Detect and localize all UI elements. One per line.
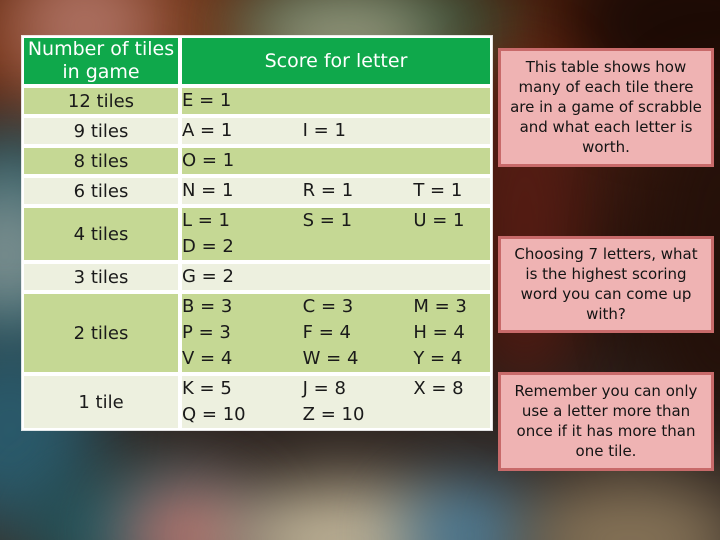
score-grid: K = 5 J = 8 X = 8 Q = 10 Z = 10 <box>182 376 490 428</box>
table-row: 6 tiles N = 1 R = 1 T = 1 <box>22 176 492 206</box>
score-entry: I = 1 <box>302 120 346 141</box>
cell-tile-count: 12 tiles <box>22 86 180 116</box>
table-row: 12 tiles E = 1 <box>22 86 492 116</box>
score-entry: F = 4 <box>302 322 351 343</box>
score-entry: K = 5 <box>182 378 232 399</box>
score-entry <box>387 402 490 428</box>
score-entry <box>285 148 388 174</box>
score-grid: A = 1 I = 1 <box>182 118 490 144</box>
score-entry <box>387 234 490 260</box>
cell-letter-scores: G = 2 <box>180 262 492 292</box>
table-row: 4 tiles L = 1 S = 1 U = 1 D = 2 <box>22 206 492 262</box>
table-row: 8 tiles O = 1 <box>22 146 492 176</box>
table-body: 12 tiles E = 19 tiles A = 1 I = 1 8 tiles O =… <box>22 86 492 430</box>
score-entry: T = 1 <box>413 180 463 201</box>
score-line: B = 3 C = 3 M = 3 <box>182 294 490 320</box>
score-line: O = 1 <box>182 148 490 174</box>
note-challenge-question: Choosing 7 letters, what is the highest … <box>498 236 714 333</box>
score-entry: X = 8 <box>413 378 464 399</box>
score-entry: Z = 10 <box>302 404 365 425</box>
score-entry: O = 1 <box>182 150 235 171</box>
cell-tile-count: 3 tiles <box>22 262 180 292</box>
score-grid: E = 1 <box>182 88 490 114</box>
score-line: Q = 10 Z = 10 <box>182 402 490 428</box>
cell-tile-count: 1 tile <box>22 374 180 430</box>
cell-tile-count: 9 tiles <box>22 116 180 146</box>
score-entry: G = 2 <box>182 266 234 287</box>
score-grid: L = 1 S = 1 U = 1 D = 2 <box>182 208 490 260</box>
table-row: 3 tiles G = 2 <box>22 262 492 292</box>
score-line: L = 1 S = 1 U = 1 <box>182 208 490 234</box>
score-entry: L = 1 <box>182 210 231 231</box>
table-header-row: Number of tiles in game Score for letter <box>22 36 492 86</box>
score-entry: S = 1 <box>302 210 353 231</box>
cell-tile-count: 6 tiles <box>22 176 180 206</box>
score-line: N = 1 R = 1 T = 1 <box>182 178 490 204</box>
score-grid: G = 2 <box>182 264 490 290</box>
score-entry: H = 4 <box>413 322 465 343</box>
score-entry: E = 1 <box>182 90 232 111</box>
score-line: G = 2 <box>182 264 490 290</box>
score-entry: B = 3 <box>182 296 233 317</box>
score-entry: R = 1 <box>302 180 354 201</box>
cell-tile-count: 4 tiles <box>22 206 180 262</box>
score-entry <box>387 264 490 290</box>
column-header-letter-score: Score for letter <box>180 36 492 86</box>
score-entry <box>387 88 490 114</box>
cell-letter-scores: O = 1 <box>180 146 492 176</box>
table-row: 9 tiles A = 1 I = 1 <box>22 116 492 146</box>
cell-letter-scores: N = 1 R = 1 T = 1 <box>180 176 492 206</box>
score-line: A = 1 I = 1 <box>182 118 490 144</box>
table-header: Number of tiles in game Score for letter <box>22 36 492 86</box>
cell-letter-scores: A = 1 I = 1 <box>180 116 492 146</box>
score-entry: V = 4 <box>182 348 233 369</box>
table-row: 2 tiles B = 3 C = 3 M = 3 P = 3 F = 4 H = 4 V =… <box>22 292 492 374</box>
score-entry: A = 1 <box>182 120 233 141</box>
score-entry: J = 8 <box>302 378 346 399</box>
cell-letter-scores: K = 5 J = 8 X = 8 Q = 10 Z = 10 <box>180 374 492 430</box>
score-entry <box>285 264 388 290</box>
score-entry: D = 2 <box>182 236 234 257</box>
score-entry: W = 4 <box>302 348 359 369</box>
score-grid: N = 1 R = 1 T = 1 <box>182 178 490 204</box>
score-line: E = 1 <box>182 88 490 114</box>
score-entry: M = 3 <box>413 296 467 317</box>
score-entry <box>387 118 490 144</box>
note-table-explanation: This table shows how many of each tile t… <box>498 48 714 167</box>
cell-letter-scores: L = 1 S = 1 U = 1 D = 2 <box>180 206 492 262</box>
table-row: 1 tile K = 5 J = 8 X = 8 Q = 10 Z = 10 <box>22 374 492 430</box>
score-entry: U = 1 <box>413 210 465 231</box>
scrabble-tile-table: Number of tiles in game Score for letter… <box>22 36 492 430</box>
score-entry: C = 3 <box>302 296 354 317</box>
cell-tile-count: 2 tiles <box>22 292 180 374</box>
score-entry <box>387 148 490 174</box>
score-entry: Y = 4 <box>413 348 463 369</box>
score-line: V = 4 W = 4 Y = 4 <box>182 346 490 372</box>
score-line: K = 5 J = 8 X = 8 <box>182 376 490 402</box>
score-entry <box>285 88 388 114</box>
score-line: P = 3 F = 4 H = 4 <box>182 320 490 346</box>
score-entry: P = 3 <box>182 322 231 343</box>
column-header-tile-count: Number of tiles in game <box>22 36 180 86</box>
cell-letter-scores: E = 1 <box>180 86 492 116</box>
note-rule-reminder: Remember you can only use a letter more … <box>498 372 714 471</box>
score-entry: Q = 10 <box>182 404 246 425</box>
score-entry: N = 1 <box>182 180 234 201</box>
cell-tile-count: 8 tiles <box>22 146 180 176</box>
score-grid: B = 3 C = 3 M = 3 P = 3 F = 4 H = 4 V = 4 W = 4… <box>182 294 490 372</box>
score-grid: O = 1 <box>182 148 490 174</box>
score-entry <box>285 234 388 260</box>
score-line: D = 2 <box>182 234 490 260</box>
cell-letter-scores: B = 3 C = 3 M = 3 P = 3 F = 4 H = 4 V = 4 W = 4… <box>180 292 492 374</box>
